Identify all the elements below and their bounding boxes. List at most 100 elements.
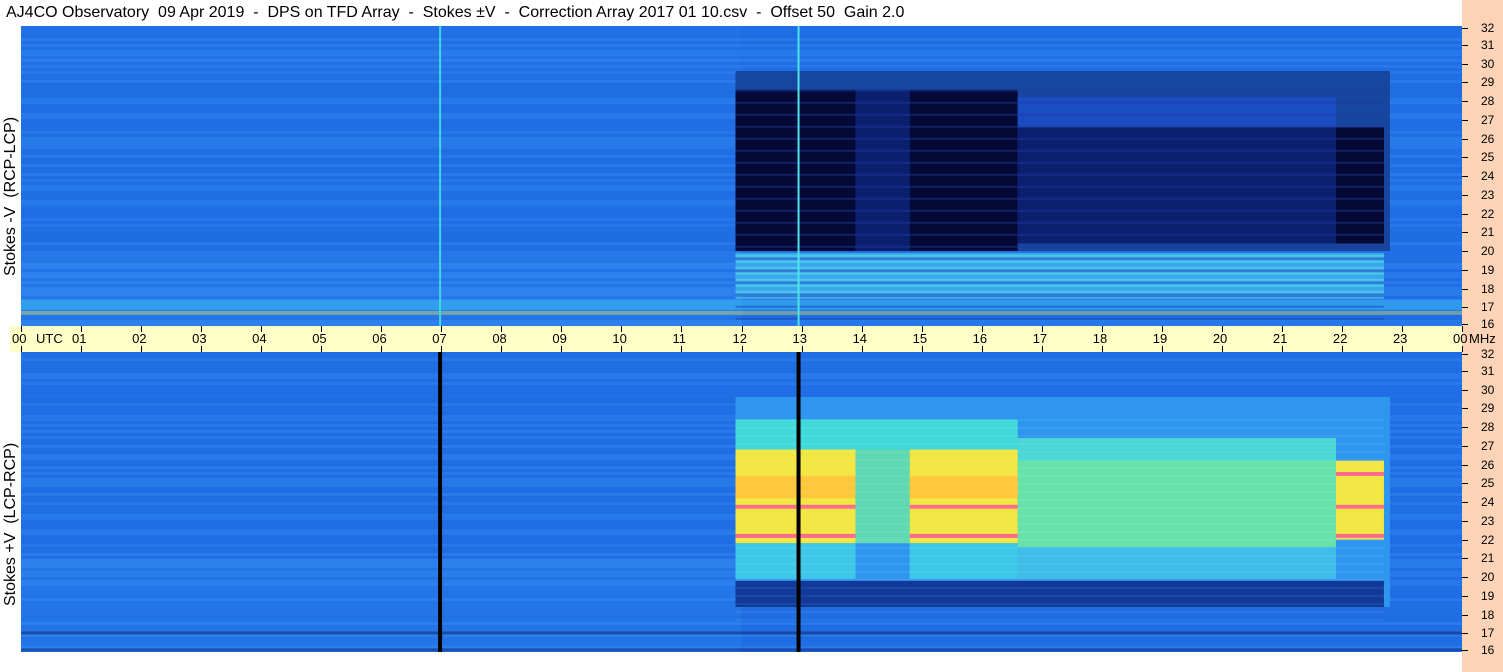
- time-tick-mark: [441, 326, 443, 332]
- frequency-tick-label: 25: [1481, 150, 1495, 165]
- texture-band: [21, 32, 1462, 35]
- stripe: [735, 427, 1384, 429]
- vertical-line: [438, 352, 443, 652]
- time-tick-label: 11: [672, 331, 686, 346]
- green-block-top: [1017, 438, 1336, 461]
- hot-line: [735, 533, 856, 538]
- cyan-band: [1017, 547, 1336, 579]
- frequency-tick-label: 17: [1481, 626, 1495, 641]
- cyan-stripe: [735, 284, 1384, 287]
- time-tick-mark: [981, 326, 983, 332]
- frequency-tick-label: 21: [1481, 225, 1495, 240]
- cyan-stripe: [735, 296, 1384, 299]
- time-tick-label: 07: [432, 331, 447, 346]
- texture-band: [21, 640, 1462, 643]
- texture-band: [21, 622, 1462, 625]
- hot-line: [1335, 472, 1384, 476]
- stripe: [735, 507, 1384, 509]
- frequency-tick-mark: [1462, 138, 1468, 140]
- spectrogram-bottom-panel: [21, 352, 1462, 652]
- texture-band: [21, 607, 1462, 610]
- dark-stripe: [735, 149, 1384, 152]
- time-tick-mark: [1401, 326, 1403, 332]
- time-unit-label: UTC: [36, 331, 63, 346]
- frequency-tick-mark: [1462, 370, 1468, 372]
- texture-band: [21, 29, 1462, 32]
- frequency-tick-label: 20: [1481, 244, 1495, 258]
- stripe: [735, 483, 1384, 485]
- dark-stripe: [735, 101, 1384, 104]
- frequency-tick-mark: [1462, 633, 1468, 635]
- texture-band: [21, 373, 1462, 376]
- frequency-tick-mark: [1462, 119, 1468, 121]
- time-tick-label: 23: [1392, 331, 1408, 346]
- vertical-line: [796, 352, 801, 652]
- vertical-line: [439, 26, 442, 326]
- frequency-tick-label: 21: [1481, 551, 1495, 566]
- frequency-tick-mark: [1462, 213, 1468, 215]
- time-tick-label: 04: [252, 331, 267, 346]
- frequency-tick-mark: [1462, 288, 1468, 290]
- frequency-tick-mark: [1462, 324, 1468, 325]
- dark-stripe: [735, 89, 1384, 92]
- cyan-band: [735, 543, 856, 579]
- texture-band: [21, 41, 1462, 44]
- texture-band: [21, 352, 1462, 355]
- time-tick-mark: [1341, 326, 1343, 332]
- time-tick-label: 16: [972, 331, 988, 346]
- texture-band: [21, 355, 1462, 358]
- stripe: [735, 539, 1384, 541]
- frequency-tick-mark: [1462, 307, 1468, 309]
- dark-stripe: [735, 317, 1384, 320]
- hot-line: [1335, 533, 1384, 538]
- time-tick-label: 03: [192, 331, 207, 346]
- frequency-tick-mark: [1462, 194, 1468, 196]
- cyan-stripe: [735, 260, 1384, 263]
- stripe: [735, 555, 1384, 557]
- texture-band: [21, 367, 1462, 370]
- texture-band: [21, 320, 1462, 323]
- frequency-tick-label: 28: [1481, 420, 1495, 434]
- time-tick-mark: [561, 326, 563, 332]
- frequency-tick-mark: [1462, 354, 1468, 355]
- stripe: [735, 467, 1384, 469]
- frequency-tick-mark: [1462, 614, 1468, 616]
- frequency-tick-mark: [1462, 176, 1468, 177]
- frequency-tick-label: 24: [1481, 169, 1495, 183]
- time-tick-mark: [921, 326, 923, 332]
- texture-band: [21, 68, 1462, 71]
- frequency-tick-mark: [1462, 408, 1468, 410]
- frequency-tick-mark: [1462, 445, 1468, 447]
- orange-band: [909, 475, 1018, 499]
- time-tick-mark: [501, 326, 503, 332]
- time-tick-mark: [21, 326, 22, 332]
- stripe: [735, 515, 1384, 517]
- dark-stripe: [735, 161, 1384, 164]
- cyan-stripe: [735, 266, 1384, 269]
- time-tick-mark: [1462, 346, 1463, 352]
- frequency-tick-label: 16: [1481, 317, 1495, 331]
- frequency-unit-label: MHz: [1469, 331, 1496, 346]
- frequency-tick-mark: [1462, 464, 1468, 466]
- time-tick-label: 22: [1332, 331, 1348, 346]
- stripe: [735, 595, 1384, 597]
- dark-stripe: [735, 197, 1384, 200]
- frequency-tick-mark: [1462, 650, 1468, 651]
- frequency-tick-label: 27: [1481, 112, 1495, 127]
- dark-stripe: [735, 113, 1384, 116]
- texture-band: [21, 59, 1462, 62]
- frequency-tick-label: 27: [1481, 438, 1495, 453]
- frequency-tick-label: 20: [1481, 570, 1495, 584]
- time-tick-mark: [861, 326, 863, 332]
- texture-band: [21, 50, 1462, 53]
- texture-band: [21, 361, 1462, 364]
- texture-band: [21, 65, 1462, 68]
- frequency-tick-label: 31: [1481, 37, 1495, 52]
- time-tick-label: 10: [612, 331, 627, 346]
- time-tick-label: 18: [1092, 331, 1108, 346]
- texture-band: [21, 44, 1462, 47]
- dark-stripe: [735, 173, 1384, 176]
- stripe: [735, 547, 1384, 549]
- time-tick-label: 21: [1272, 331, 1288, 346]
- texture-band: [21, 394, 1462, 397]
